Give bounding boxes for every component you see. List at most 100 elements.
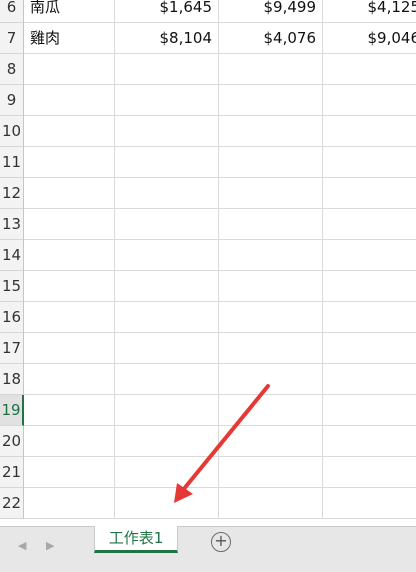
cell-c[interactable] [219,395,323,426]
cell-d[interactable] [323,302,416,333]
sheet-tab-bar: ◀ ▶ 工作表1 + [0,526,416,572]
cell-c[interactable] [219,54,323,85]
cell-b[interactable] [115,457,219,488]
cell-b[interactable] [115,426,219,457]
cell-b[interactable]: $1,645 [115,0,219,23]
cell-d[interactable] [323,240,416,271]
cell-b[interactable] [115,85,219,116]
cell-name[interactable] [24,395,115,426]
cell-c[interactable]: $9,499 [219,0,323,23]
cell-c[interactable] [219,178,323,209]
cell-b[interactable] [115,271,219,302]
row-header[interactable]: 13 [0,209,24,240]
cell-name[interactable] [24,333,115,364]
cell-d[interactable] [323,85,416,116]
cell-name[interactable] [24,457,115,488]
table-row: 14 [0,240,416,271]
row-header[interactable]: 12 [0,178,24,209]
cell-d[interactable]: $9,046 [323,23,416,54]
cell-b[interactable] [115,395,219,426]
row-header[interactable]: 7 [0,23,24,54]
row-header[interactable]: 6 [0,0,24,23]
cell-name[interactable] [24,271,115,302]
cell-d[interactable] [323,333,416,364]
cell-name[interactable] [24,85,115,116]
cell-d[interactable] [323,54,416,85]
cell-b[interactable] [115,488,219,519]
cell-c[interactable]: $4,076 [219,23,323,54]
cell-c[interactable] [219,85,323,116]
row-header[interactable]: 17 [0,333,24,364]
cell-name[interactable] [24,426,115,457]
cell-b[interactable] [115,333,219,364]
table-row: 6 南瓜 $1,645 $9,499 $4,125 [0,0,416,23]
cell-d[interactable] [323,209,416,240]
row-header[interactable]: 18 [0,364,24,395]
cell-name[interactable] [24,364,115,395]
row-header[interactable]: 22 [0,488,24,519]
cell-name[interactable] [24,302,115,333]
add-sheet-icon[interactable]: + [211,532,231,552]
cell-d[interactable] [323,178,416,209]
cell-name[interactable]: 南瓜 [24,0,115,23]
scroll-next-sheet-icon[interactable]: ▶ [46,539,54,552]
table-row: 9 [0,85,416,116]
cell-d[interactable]: $4,125 [323,0,416,23]
row-header[interactable]: 16 [0,302,24,333]
row-header[interactable]: 14 [0,240,24,271]
row-header[interactable]: 10 [0,116,24,147]
table-row: 15 [0,271,416,302]
cell-name[interactable] [24,54,115,85]
table-row: 11 [0,147,416,178]
table-row: 19 [0,395,416,426]
cell-d[interactable] [323,271,416,302]
table-row: 20 [0,426,416,457]
cell-name[interactable]: 雞肉 [24,23,115,54]
cell-name[interactable] [24,488,115,519]
cell-d[interactable] [323,426,416,457]
cell-d[interactable] [323,364,416,395]
cell-c[interactable] [219,364,323,395]
cell-b[interactable] [115,302,219,333]
table-row: 21 [0,457,416,488]
row-header[interactable]: 11 [0,147,24,178]
scroll-prev-sheet-icon[interactable]: ◀ [18,539,26,552]
cell-c[interactable] [219,426,323,457]
cell-b[interactable] [115,54,219,85]
cell-c[interactable] [219,209,323,240]
cell-name[interactable] [24,209,115,240]
row-header[interactable]: 19 [0,395,24,426]
cell-d[interactable] [323,457,416,488]
cell-c[interactable] [219,457,323,488]
row-header[interactable]: 15 [0,271,24,302]
cell-c[interactable] [219,147,323,178]
table-row: 22 [0,488,416,519]
cell-name[interactable] [24,147,115,178]
cell-c[interactable] [219,116,323,147]
cell-b[interactable] [115,178,219,209]
cell-d[interactable] [323,395,416,426]
row-header[interactable]: 21 [0,457,24,488]
cell-c[interactable] [219,488,323,519]
cell-c[interactable] [219,333,323,364]
cell-b[interactable] [115,209,219,240]
cell-d[interactable] [323,488,416,519]
cell-name[interactable] [24,178,115,209]
cell-name[interactable] [24,116,115,147]
cell-d[interactable] [323,116,416,147]
cell-c[interactable] [219,271,323,302]
cell-c[interactable] [219,302,323,333]
cell-b[interactable] [115,116,219,147]
cell-b[interactable] [115,147,219,178]
cell-name[interactable] [24,240,115,271]
spreadsheet-grid: 6 南瓜 $1,645 $9,499 $4,125 7 雞肉 $8,104 $4,076 $9,0… [0,0,416,526]
cell-b[interactable] [115,240,219,271]
row-header[interactable]: 8 [0,54,24,85]
cell-b[interactable] [115,364,219,395]
cell-d[interactable] [323,147,416,178]
row-header[interactable]: 9 [0,85,24,116]
sheet-tab[interactable]: 工作表1 [94,526,178,553]
cell-b[interactable]: $8,104 [115,23,219,54]
row-header[interactable]: 20 [0,426,24,457]
cell-c[interactable] [219,240,323,271]
